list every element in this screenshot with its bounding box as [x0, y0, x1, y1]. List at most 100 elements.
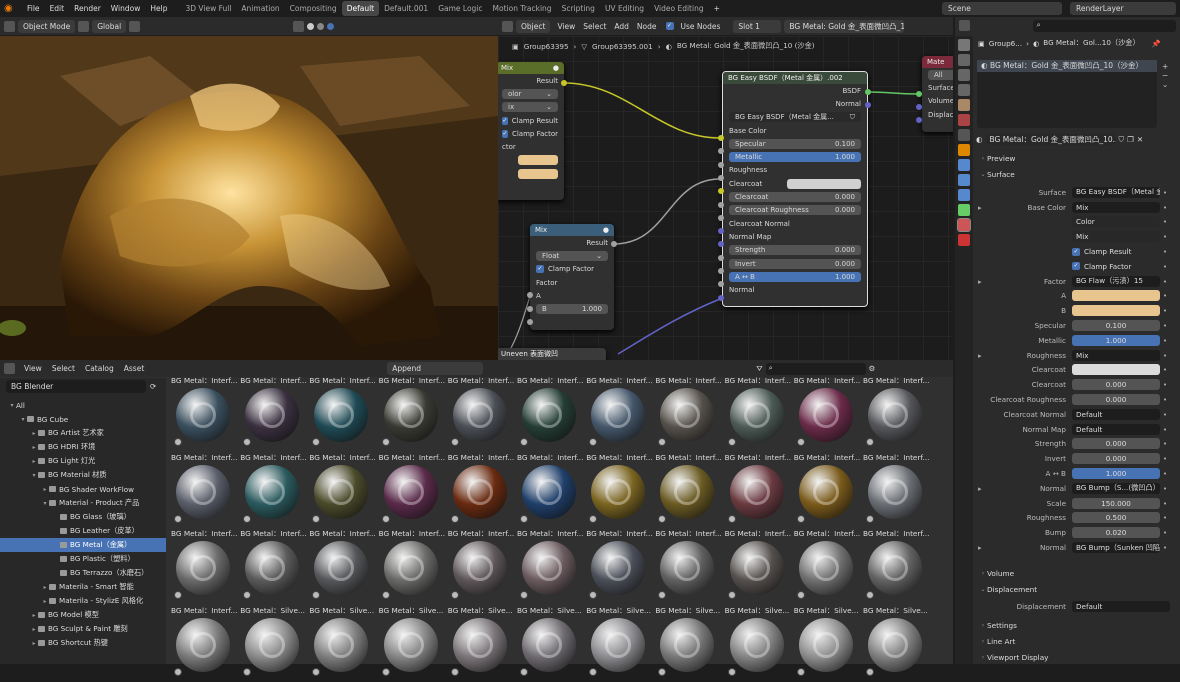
asset-tile[interactable]: BG Metal：Interf...: [514, 376, 583, 452]
property-field[interactable]: BG Flaw（污渍）15: [1072, 275, 1160, 287]
material-name-field[interactable]: BG Metal：Gold 金_表面微凹凸_10...: [985, 134, 1116, 145]
node-menu-select[interactable]: Select: [583, 22, 606, 31]
keyframe-dot-icon[interactable]: •: [1160, 321, 1170, 330]
bsdf-group-selector[interactable]: BG Easy BSDF（Metal 金属... ⛉: [729, 112, 861, 123]
add-slot-button[interactable]: +: [1162, 62, 1168, 71]
import-method-selector[interactable]: Append: [387, 362, 484, 375]
node-menu-icon[interactable]: ●: [553, 64, 559, 72]
asset-tile[interactable]: BG Metal：Silve...: [237, 606, 306, 682]
orientation-selector[interactable]: Global: [92, 19, 127, 33]
property-field[interactable]: 0.000: [1072, 453, 1160, 465]
asset-tile[interactable]: BG Metal：Interf...: [306, 376, 375, 452]
property-field[interactable]: Mix: [1072, 231, 1160, 243]
asset-search-input[interactable]: ⌕: [765, 362, 866, 375]
property-field[interactable]: Default: [1072, 423, 1160, 435]
uneven-node[interactable]: Uneven 表面微凹: [498, 348, 606, 360]
keyframe-dot-icon[interactable]: •: [1160, 188, 1170, 197]
section-displacement[interactable]: ⌄ Displacement: [975, 582, 1175, 596]
keyframe-dot-icon[interactable]: •: [1160, 277, 1170, 286]
property-field[interactable]: 0.100: [1072, 320, 1160, 332]
asset-tile[interactable]: BG Metal：Interf...: [237, 453, 306, 529]
asset-tile[interactable]: BG Metal：Interf...: [445, 453, 514, 529]
asset-tile[interactable]: BG Metal：Interf...: [860, 376, 929, 452]
asset-tile[interactable]: BG Metal：Interf...: [237, 529, 306, 605]
asset-tile[interactable]: BG Metal：Interf...: [376, 376, 445, 452]
asset-tile[interactable]: BG Metal：Interf...: [376, 529, 445, 605]
properties-breadcrumb-object[interactable]: Group6...: [989, 39, 1022, 48]
asset-menu-asset[interactable]: Asset: [124, 364, 145, 373]
particles-tab-icon[interactable]: [958, 174, 970, 186]
menu-help[interactable]: Help: [145, 4, 172, 13]
node-menu-node[interactable]: Node: [637, 22, 657, 31]
catalog-item[interactable]: ▸ BG Shader WorkFlow: [0, 482, 166, 496]
blender-logo-icon[interactable]: ◉: [4, 3, 18, 14]
copy-material-icon[interactable]: ❐: [1127, 135, 1134, 144]
node-menu-add[interactable]: Add: [614, 22, 629, 31]
expand-right-icon[interactable]: ▸: [41, 486, 49, 493]
asset-tile[interactable]: BG Metal：Silve...: [652, 606, 721, 682]
asset-tile[interactable]: BG Metal：Silve...: [791, 606, 860, 682]
view-layer-selector[interactable]: RenderLayer: [1070, 2, 1176, 15]
bsdf-value-field[interactable]: Specular 0.100: [729, 138, 861, 149]
data-tab-icon[interactable]: [958, 204, 970, 216]
asset-tile[interactable]: BG Metal：Interf...: [791, 453, 860, 529]
output-surface-socket[interactable]: [916, 91, 922, 97]
keyframe-dot-icon[interactable]: •: [1160, 351, 1170, 360]
catalog-item[interactable]: ▸ Materila - Smart 智能: [0, 580, 166, 594]
asset-tile[interactable]: BG Metal：Interf...: [791, 376, 860, 452]
catalog-item[interactable]: ▾ All: [0, 398, 166, 412]
workspace-tab[interactable]: UV Editing: [600, 1, 649, 16]
section-settings[interactable]: › Settings: [975, 618, 1175, 632]
section-viewport-display[interactable]: › Viewport Display: [975, 650, 1175, 664]
asset-library-selector[interactable]: BG Blender: [6, 379, 146, 393]
property-field[interactable]: Mix: [1072, 349, 1160, 361]
unlink-material-icon[interactable]: ✕: [1137, 135, 1143, 144]
pin-icon[interactable]: 📌: [1152, 39, 1161, 48]
editor-type-icon[interactable]: [4, 20, 15, 32]
bsdf-value-field[interactable]: Invert 0.000: [729, 258, 861, 269]
expand-right-icon[interactable]: ▸: [978, 351, 982, 360]
property-checkbox[interactable]: ✓ Clamp Factor: [1072, 261, 1160, 272]
material-output-node[interactable]: Mate All Surface Volume Displac: [922, 56, 953, 132]
keyframe-dot-icon[interactable]: •: [1160, 484, 1170, 493]
expand-down-icon[interactable]: ▾: [8, 402, 16, 409]
node-menu-view[interactable]: View: [557, 22, 575, 31]
property-field[interactable]: 1.000: [1072, 468, 1160, 480]
bsdf-normal-output-socket[interactable]: [865, 102, 871, 108]
asset-menu-catalog[interactable]: Catalog: [85, 364, 114, 373]
browse-material-icon[interactable]: ◐: [976, 135, 983, 144]
mix-node-2-factor-socket[interactable]: [527, 292, 533, 298]
bsdf-input-socket[interactable]: [718, 201, 724, 208]
keyframe-dot-icon[interactable]: •: [1160, 499, 1170, 508]
physics-tab-icon[interactable]: [958, 189, 970, 201]
asset-tile[interactable]: BG Metal：Interf...: [583, 376, 652, 452]
bsdf-input-socket[interactable]: [718, 294, 724, 301]
expand-right-icon[interactable]: ▸: [978, 277, 982, 286]
property-field[interactable]: 0.000: [1072, 438, 1160, 450]
catalog-item[interactable]: ▸ BG Artist 艺术家: [0, 426, 166, 440]
section-volume[interactable]: › Volume: [975, 566, 1175, 580]
asset-tile[interactable]: BG Metal：Silve...: [306, 606, 375, 682]
property-field[interactable]: Color: [1072, 216, 1160, 228]
asset-tile[interactable]: BG Metal：Interf...: [514, 529, 583, 605]
displacement-field[interactable]: Default: [1072, 600, 1170, 612]
bsdf-input-socket[interactable]: [718, 135, 724, 141]
catalog-item[interactable]: ▾ BG Cube: [0, 412, 166, 426]
expand-right-icon[interactable]: ▸: [978, 484, 982, 493]
asset-tile[interactable]: BG Metal：Silve...: [860, 606, 929, 682]
bsdf-value-field[interactable]: Clearcoat 0.000: [729, 192, 861, 203]
material-slot-list[interactable]: ◐ BG Metal：Gold 金_表面微凹凸_10（沙金）: [977, 60, 1157, 128]
asset-tile[interactable]: BG Metal：Interf...: [652, 376, 721, 452]
mix-node-2-b-socket[interactable]: [527, 319, 533, 325]
bsdf-input-socket[interactable]: [718, 161, 724, 168]
workspace-tab[interactable]: Compositing: [285, 1, 342, 16]
keyframe-dot-icon[interactable]: •: [1160, 528, 1170, 537]
catalog-item[interactable]: ▾ BG Material 材质: [0, 468, 166, 482]
expand-down-icon[interactable]: ▾: [41, 500, 49, 507]
properties-type-icon[interactable]: [959, 20, 970, 31]
workspace-tab[interactable]: Scripting: [557, 1, 600, 16]
asset-tile[interactable]: BG Metal：Interf...: [722, 453, 791, 529]
mix-node-1-b-swatch[interactable]: [518, 168, 558, 179]
menu-window[interactable]: Window: [106, 4, 146, 13]
overlay-icon[interactable]: [293, 20, 305, 32]
